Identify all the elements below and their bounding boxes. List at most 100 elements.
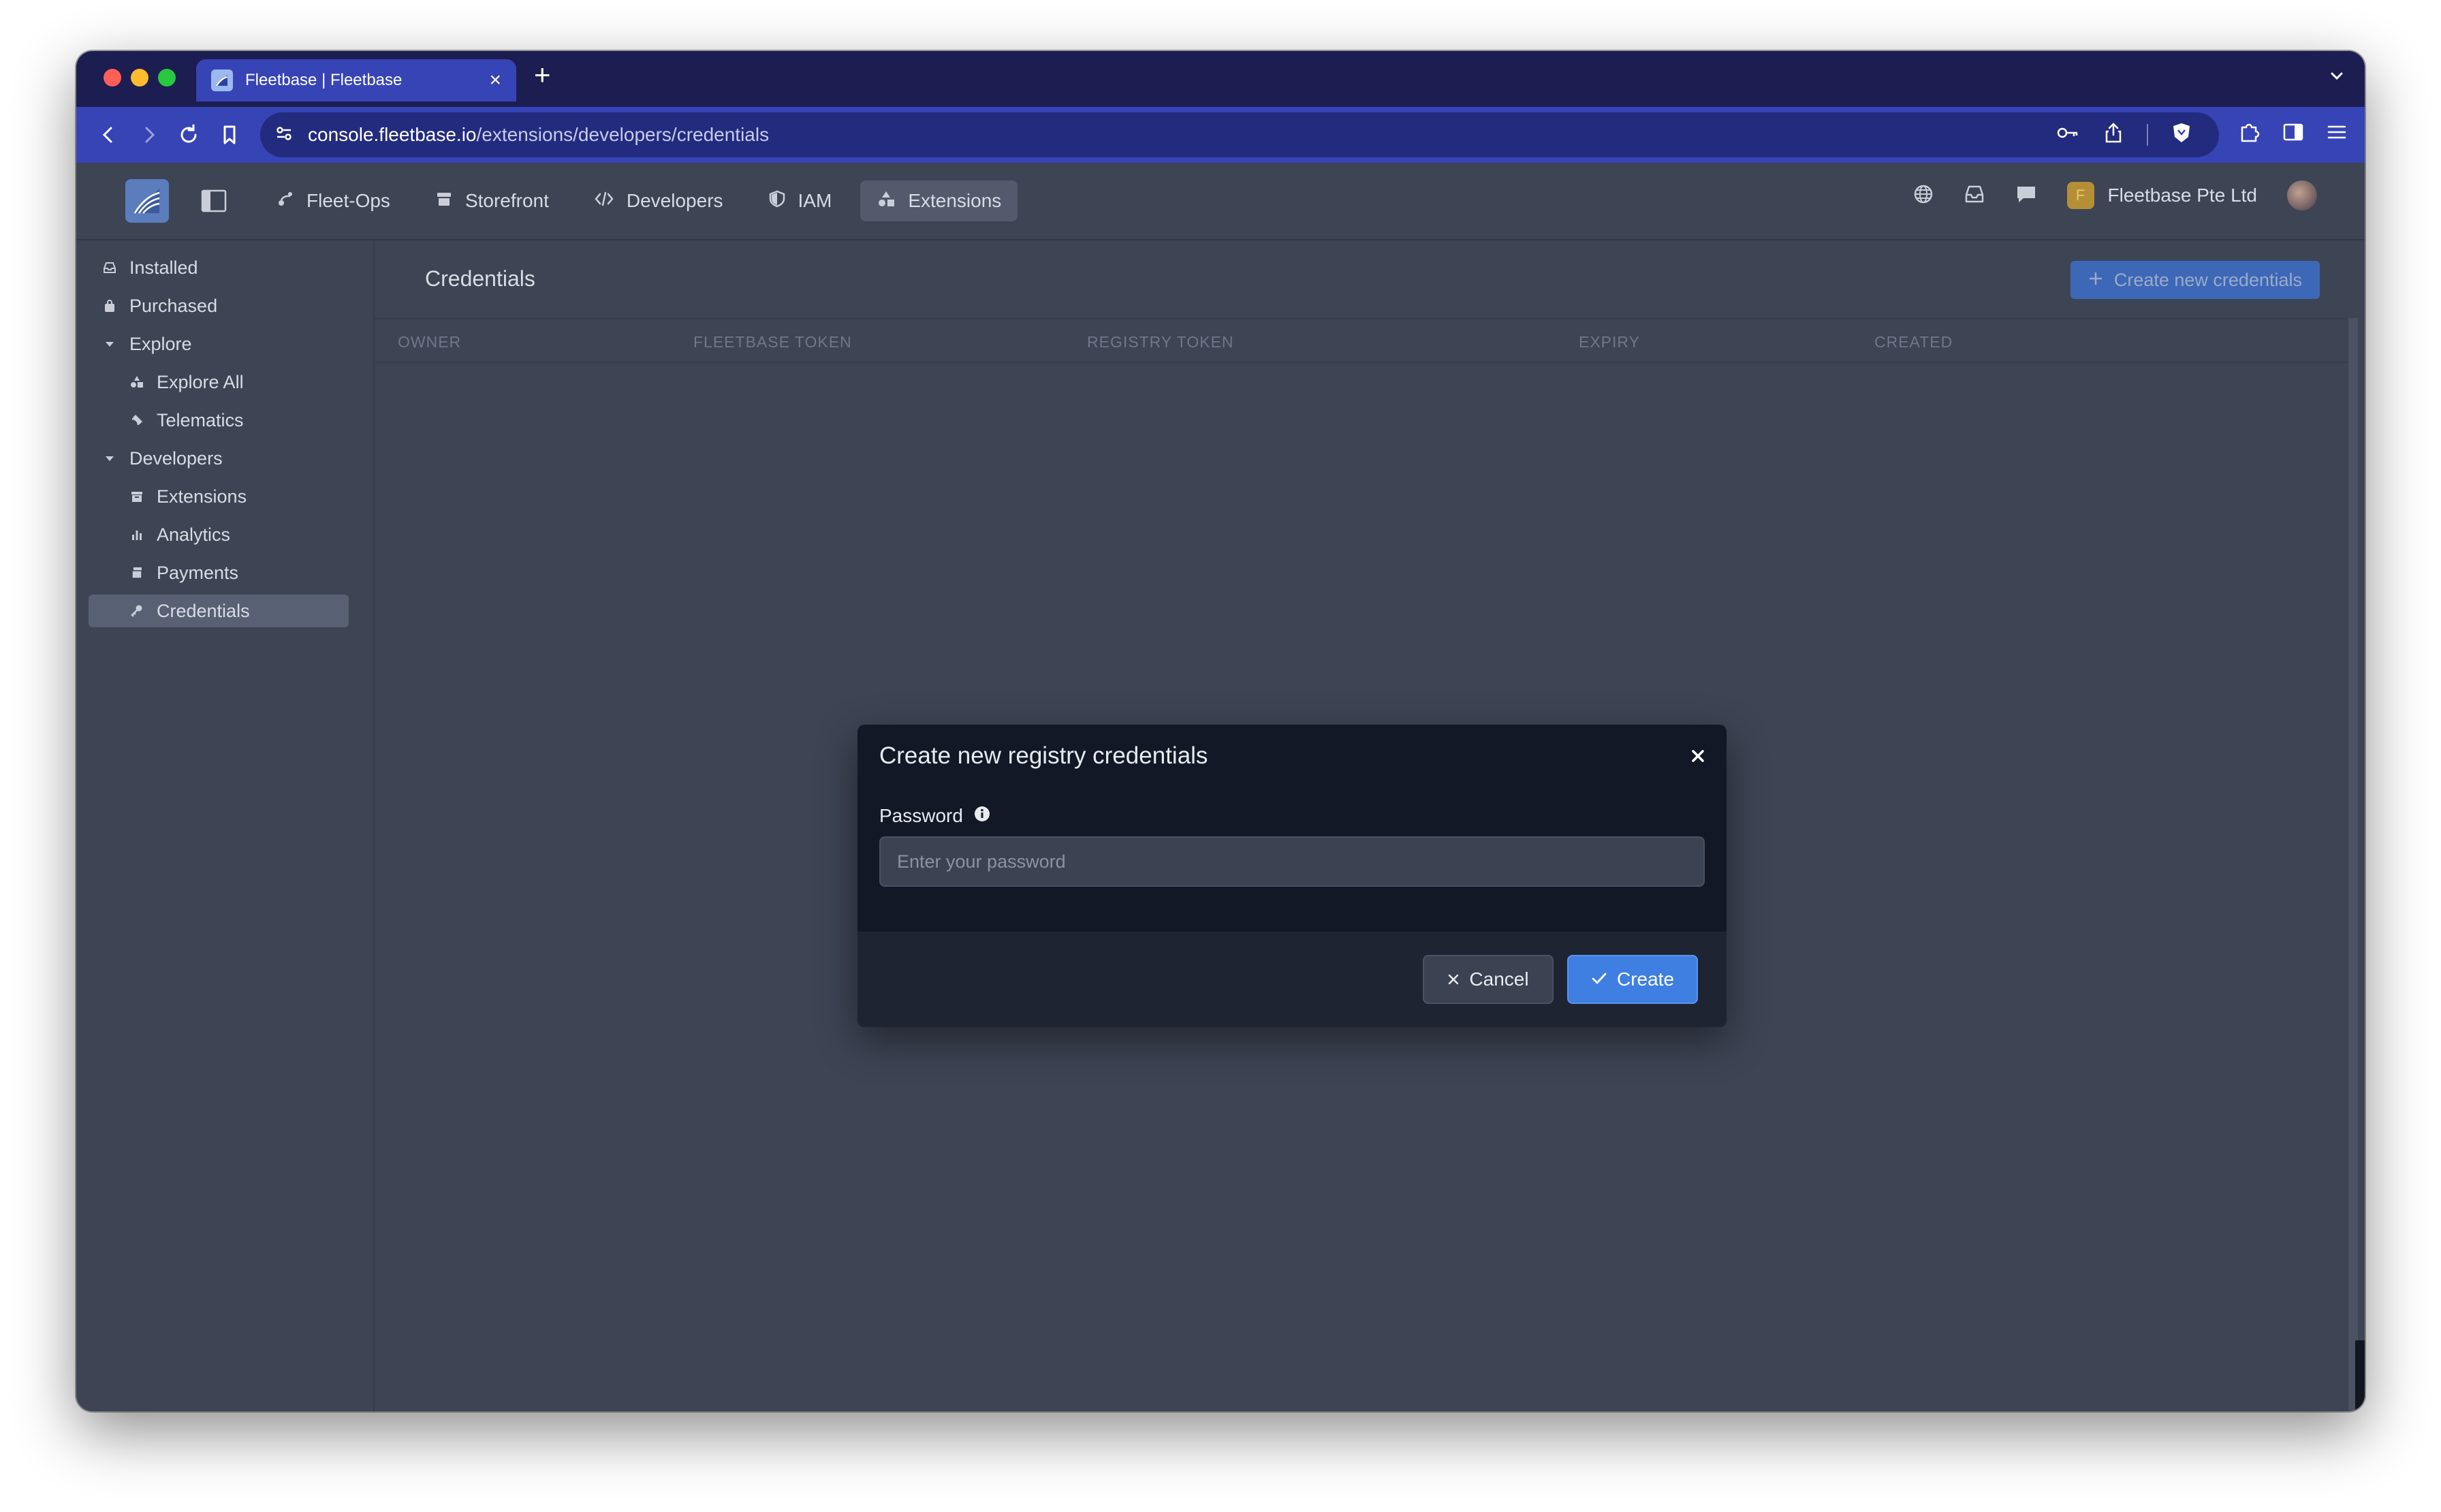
globe-icon[interactable]: [1913, 184, 1934, 208]
satellite-icon: [129, 413, 144, 428]
sidebar-item-label: Developers: [129, 447, 223, 469]
page-title: Credentials: [425, 266, 535, 291]
tab-list-chevron-icon[interactable]: [2327, 66, 2347, 90]
browser-window: Fleetbase | Fleetbase × + console.fleetb…: [76, 51, 2365, 1411]
new-tab-button[interactable]: +: [534, 61, 551, 89]
close-window-button[interactable]: [104, 69, 121, 86]
address-bar[interactable]: console.fleetbase.io/extensions/develope…: [260, 112, 2219, 157]
sidebar: Installed Purchased Explore Explore All …: [76, 240, 375, 1411]
column-fleetbase-token[interactable]: FLEETBASE TOKEN: [693, 333, 852, 351]
nav-developers[interactable]: Developers: [578, 180, 740, 221]
sidebar-item-credentials[interactable]: Credentials: [89, 595, 349, 627]
chat-icon[interactable]: [2015, 184, 2037, 208]
fleetbase-logo[interactable]: [125, 179, 169, 223]
plus-icon: [2088, 270, 2103, 291]
url-path: /extensions/developers/credentials: [476, 124, 770, 145]
sidebar-item-explore[interactable]: Explore: [89, 328, 349, 360]
scrollbar[interactable]: [2348, 318, 2358, 1411]
inbox-icon: [102, 260, 117, 275]
top-navigation: Fleet-Ops Storefront Developers IAM Exte…: [260, 180, 1018, 221]
close-icon[interactable]: [1690, 748, 1706, 768]
create-new-credentials-button[interactable]: Create new credentials: [2070, 261, 2320, 299]
sidebar-item-installed[interactable]: Installed: [89, 251, 349, 284]
nav-extensions[interactable]: Extensions: [860, 180, 1018, 221]
credentials-table-header: OWNER FLEETBASE TOKEN REGISTRY TOKEN EXP…: [375, 318, 2347, 363]
forward-icon[interactable]: [136, 122, 162, 151]
cancel-button[interactable]: Cancel: [1423, 955, 1554, 1004]
maximize-window-button[interactable]: [158, 69, 176, 86]
column-created[interactable]: CREATED: [1874, 333, 1953, 351]
password-label: Password: [879, 805, 963, 826]
nav-extensions-label: Extensions: [908, 190, 1002, 211]
url-domain: console.fleetbase.io: [308, 124, 477, 145]
column-owner[interactable]: OWNER: [398, 333, 461, 351]
nav-fleet-ops[interactable]: Fleet-Ops: [260, 180, 407, 221]
fleetbase-favicon-icon: [211, 69, 233, 91]
shield-icon: [768, 190, 786, 212]
create-button[interactable]: Create: [1567, 955, 1698, 1004]
create-label: Create: [1616, 968, 1675, 990]
sidebar-item-label: Analytics: [157, 524, 231, 545]
caret-down-icon: [102, 451, 117, 466]
sidebar-item-payments[interactable]: Payments: [89, 556, 349, 589]
sidebar-item-analytics[interactable]: Analytics: [89, 518, 349, 551]
user-avatar[interactable]: [2287, 180, 2317, 210]
extensions-puzzle-icon[interactable]: [2238, 121, 2261, 147]
password-input[interactable]: [879, 836, 1705, 887]
nav-storefront-label: Storefront: [464, 190, 549, 211]
sidebar-item-explore-all[interactable]: Explore All: [89, 366, 349, 398]
tab-close-icon[interactable]: ×: [489, 70, 501, 91]
route-icon: [277, 190, 294, 212]
column-registry-token[interactable]: REGISTRY TOKEN: [1087, 333, 1234, 351]
inbox-icon[interactable]: [1964, 184, 1985, 208]
app-header: Fleet-Ops Storefront Developers IAM Exte…: [76, 163, 2365, 240]
sidebar-item-telematics[interactable]: Telematics: [89, 404, 349, 437]
organization-switcher[interactable]: F Fleetbase Pte Ltd: [2066, 182, 2257, 209]
create-credentials-modal: Create new registry credentials Password…: [857, 725, 1727, 1027]
sidebar-item-label: Purchased: [129, 295, 218, 316]
check-icon: [1591, 968, 1607, 990]
sidebar-item-label: Credentials: [157, 600, 250, 621]
sidebar-panel-icon[interactable]: [2282, 121, 2305, 147]
browser-toolbar: console.fleetbase.io/extensions/develope…: [76, 107, 2365, 163]
chart-icon: [129, 527, 144, 542]
nav-fleet-ops-label: Fleet-Ops: [306, 190, 390, 211]
url-text: console.fleetbase.io/extensions/develope…: [308, 124, 769, 146]
sidebar-item-label: Extensions: [157, 486, 247, 507]
header-actions: F Fleetbase Pte Ltd: [1913, 180, 2317, 210]
share-icon[interactable]: [2103, 122, 2124, 147]
shapes-icon: [877, 190, 896, 212]
scrollbar-corner: [2355, 1340, 2365, 1411]
password-label-row: Password: [879, 805, 990, 827]
sidebar-item-developers[interactable]: Developers: [89, 442, 349, 475]
sidebar-item-extensions[interactable]: Extensions: [89, 480, 349, 513]
brave-shield-icon[interactable]: [2171, 122, 2192, 147]
code-icon: [594, 190, 614, 212]
bookmark-icon[interactable]: [217, 122, 242, 151]
sidebar-item-label: Explore All: [157, 371, 244, 392]
tab-title: Fleetbase | Fleetbase: [245, 71, 403, 89]
column-expiry[interactable]: EXPIRY: [1579, 333, 1640, 351]
sidebar-item-purchased[interactable]: Purchased: [89, 289, 349, 322]
sidebar-item-label: Installed: [129, 257, 198, 278]
minimize-window-button[interactable]: [131, 69, 148, 86]
back-icon[interactable]: [95, 122, 121, 151]
caret-down-icon: [102, 336, 117, 351]
modal-title: Create new registry credentials: [879, 742, 1208, 769]
nav-iam[interactable]: IAM: [752, 180, 849, 221]
key-icon: [129, 603, 144, 618]
modal-footer: Cancel Create: [857, 932, 1727, 1027]
nav-developers-label: Developers: [626, 190, 723, 211]
sidebar-toggle-icon[interactable]: [200, 189, 227, 217]
org-badge: F: [2066, 182, 2094, 209]
store-icon: [435, 190, 453, 212]
browser-menu-icon[interactable]: [2325, 121, 2348, 147]
nav-storefront[interactable]: Storefront: [419, 180, 565, 221]
browser-tabbar: Fleetbase | Fleetbase × +: [76, 51, 2365, 107]
site-settings-icon[interactable]: [274, 123, 294, 147]
org-name: Fleetbase Pte Ltd: [2107, 185, 2257, 206]
info-icon[interactable]: [974, 805, 990, 827]
browser-tab[interactable]: Fleetbase | Fleetbase ×: [196, 59, 516, 101]
reload-icon[interactable]: [176, 122, 202, 151]
password-key-icon[interactable]: [2056, 123, 2080, 146]
